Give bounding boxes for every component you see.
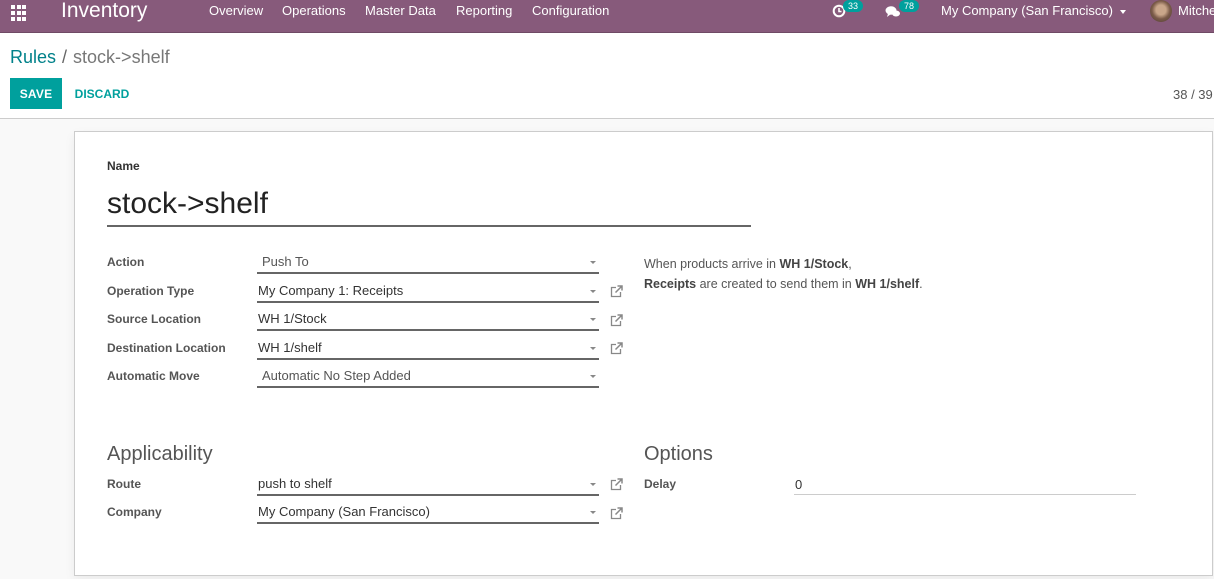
- company-name: My Company (San Francisco): [941, 3, 1113, 18]
- help-source-location: WH 1/Stock: [779, 257, 849, 271]
- breadcrumb-separator: /: [62, 47, 68, 67]
- help-text-part: ,: [848, 257, 852, 271]
- company-value: My Company (San Francisco): [258, 504, 430, 519]
- action-value: Push To: [262, 254, 309, 269]
- menu-master-data[interactable]: Master Data: [365, 3, 436, 19]
- app-title[interactable]: Inventory: [61, 0, 147, 23]
- menu-reporting[interactable]: Reporting: [456, 3, 512, 19]
- destination-location-label: Destination Location: [107, 341, 226, 355]
- save-button[interactable]: SAVE: [10, 78, 62, 109]
- help-text-part: .: [919, 277, 923, 291]
- breadcrumb-current: stock->shelf: [73, 47, 170, 67]
- action-select[interactable]: Push To: [257, 252, 599, 274]
- caret-down-icon: [1119, 9, 1126, 14]
- caret-down-icon[interactable]: [590, 347, 596, 350]
- external-link-icon[interactable]: [610, 342, 623, 355]
- source-location-value: WH 1/Stock: [258, 311, 327, 326]
- route-value: push to shelf: [258, 476, 332, 491]
- name-label: Name: [107, 159, 140, 173]
- menu-operations[interactable]: Operations: [282, 3, 346, 19]
- help-destination-location: WH 1/shelf: [855, 277, 920, 291]
- breadcrumb-rules-link[interactable]: Rules: [10, 47, 56, 67]
- delay-value: 0: [795, 477, 803, 492]
- action-label: Action: [107, 255, 145, 269]
- discard-button[interactable]: DISCARD: [69, 78, 135, 109]
- caret-down-icon[interactable]: [590, 483, 596, 486]
- delay-label: Delay: [644, 477, 677, 491]
- automatic-move-label: Automatic Move: [107, 369, 200, 383]
- operation-type-field[interactable]: My Company 1: Receipts: [257, 281, 599, 303]
- breadcrumb: Rules / stock->shelf: [10, 46, 170, 68]
- destination-location-field[interactable]: WH 1/shelf: [257, 338, 599, 360]
- name-input[interactable]: [107, 182, 751, 227]
- operation-type-label: Operation Type: [107, 284, 195, 298]
- user-name[interactable]: Mitchell Admin: [1178, 3, 1214, 19]
- company-field[interactable]: My Company (San Francisco): [257, 502, 599, 524]
- external-link-icon[interactable]: [610, 507, 623, 520]
- user-avatar[interactable]: [1150, 0, 1172, 22]
- message-count-badge: 78: [899, 0, 920, 12]
- options-title: Options: [644, 443, 713, 465]
- help-text-part: are created to send them in: [696, 277, 856, 291]
- route-field[interactable]: push to shelf: [257, 474, 599, 496]
- company-switcher[interactable]: My Company (San Francisco): [941, 3, 1126, 19]
- caret-down-icon[interactable]: [590, 261, 596, 264]
- caret-down-icon[interactable]: [590, 511, 596, 514]
- help-text-part: When products arrive in: [644, 257, 780, 271]
- top-navbar: Inventory Overview Operations Master Dat…: [0, 0, 1214, 33]
- external-link-icon[interactable]: [610, 314, 623, 327]
- activity-count-badge: 33: [843, 0, 864, 12]
- pager-value[interactable]: 38 / 39: [1173, 87, 1213, 103]
- help-operation-type: Receipts: [644, 277, 697, 291]
- route-label: Route: [107, 477, 141, 491]
- caret-down-icon[interactable]: [590, 290, 596, 293]
- source-location-field[interactable]: WH 1/Stock: [257, 309, 599, 331]
- caret-down-icon[interactable]: [590, 318, 596, 321]
- external-link-icon[interactable]: [610, 285, 623, 298]
- automatic-move-select[interactable]: Automatic No Step Added: [257, 366, 599, 388]
- menu-configuration[interactable]: Configuration: [532, 3, 609, 19]
- form-sheet: Name Action Push To Operation Type My Co…: [74, 131, 1213, 576]
- apps-grid-icon[interactable]: [11, 5, 27, 21]
- company-label: Company: [107, 505, 162, 519]
- delay-input[interactable]: 0: [794, 473, 1136, 495]
- applicability-title: Applicability: [107, 443, 213, 465]
- menu-overview[interactable]: Overview: [209, 3, 263, 19]
- external-link-icon[interactable]: [610, 478, 623, 491]
- operation-type-value: My Company 1: Receipts: [258, 283, 404, 298]
- control-panel: Rules / stock->shelf SAVE DISCARD 38 / 39: [0, 33, 1214, 119]
- destination-location-value: WH 1/shelf: [258, 340, 322, 355]
- caret-down-icon[interactable]: [590, 375, 596, 378]
- automatic-move-value: Automatic No Step Added: [262, 368, 411, 383]
- rule-help-text: When products arrive in WH 1/Stock, Rece…: [644, 254, 923, 294]
- source-location-label: Source Location: [107, 312, 202, 326]
